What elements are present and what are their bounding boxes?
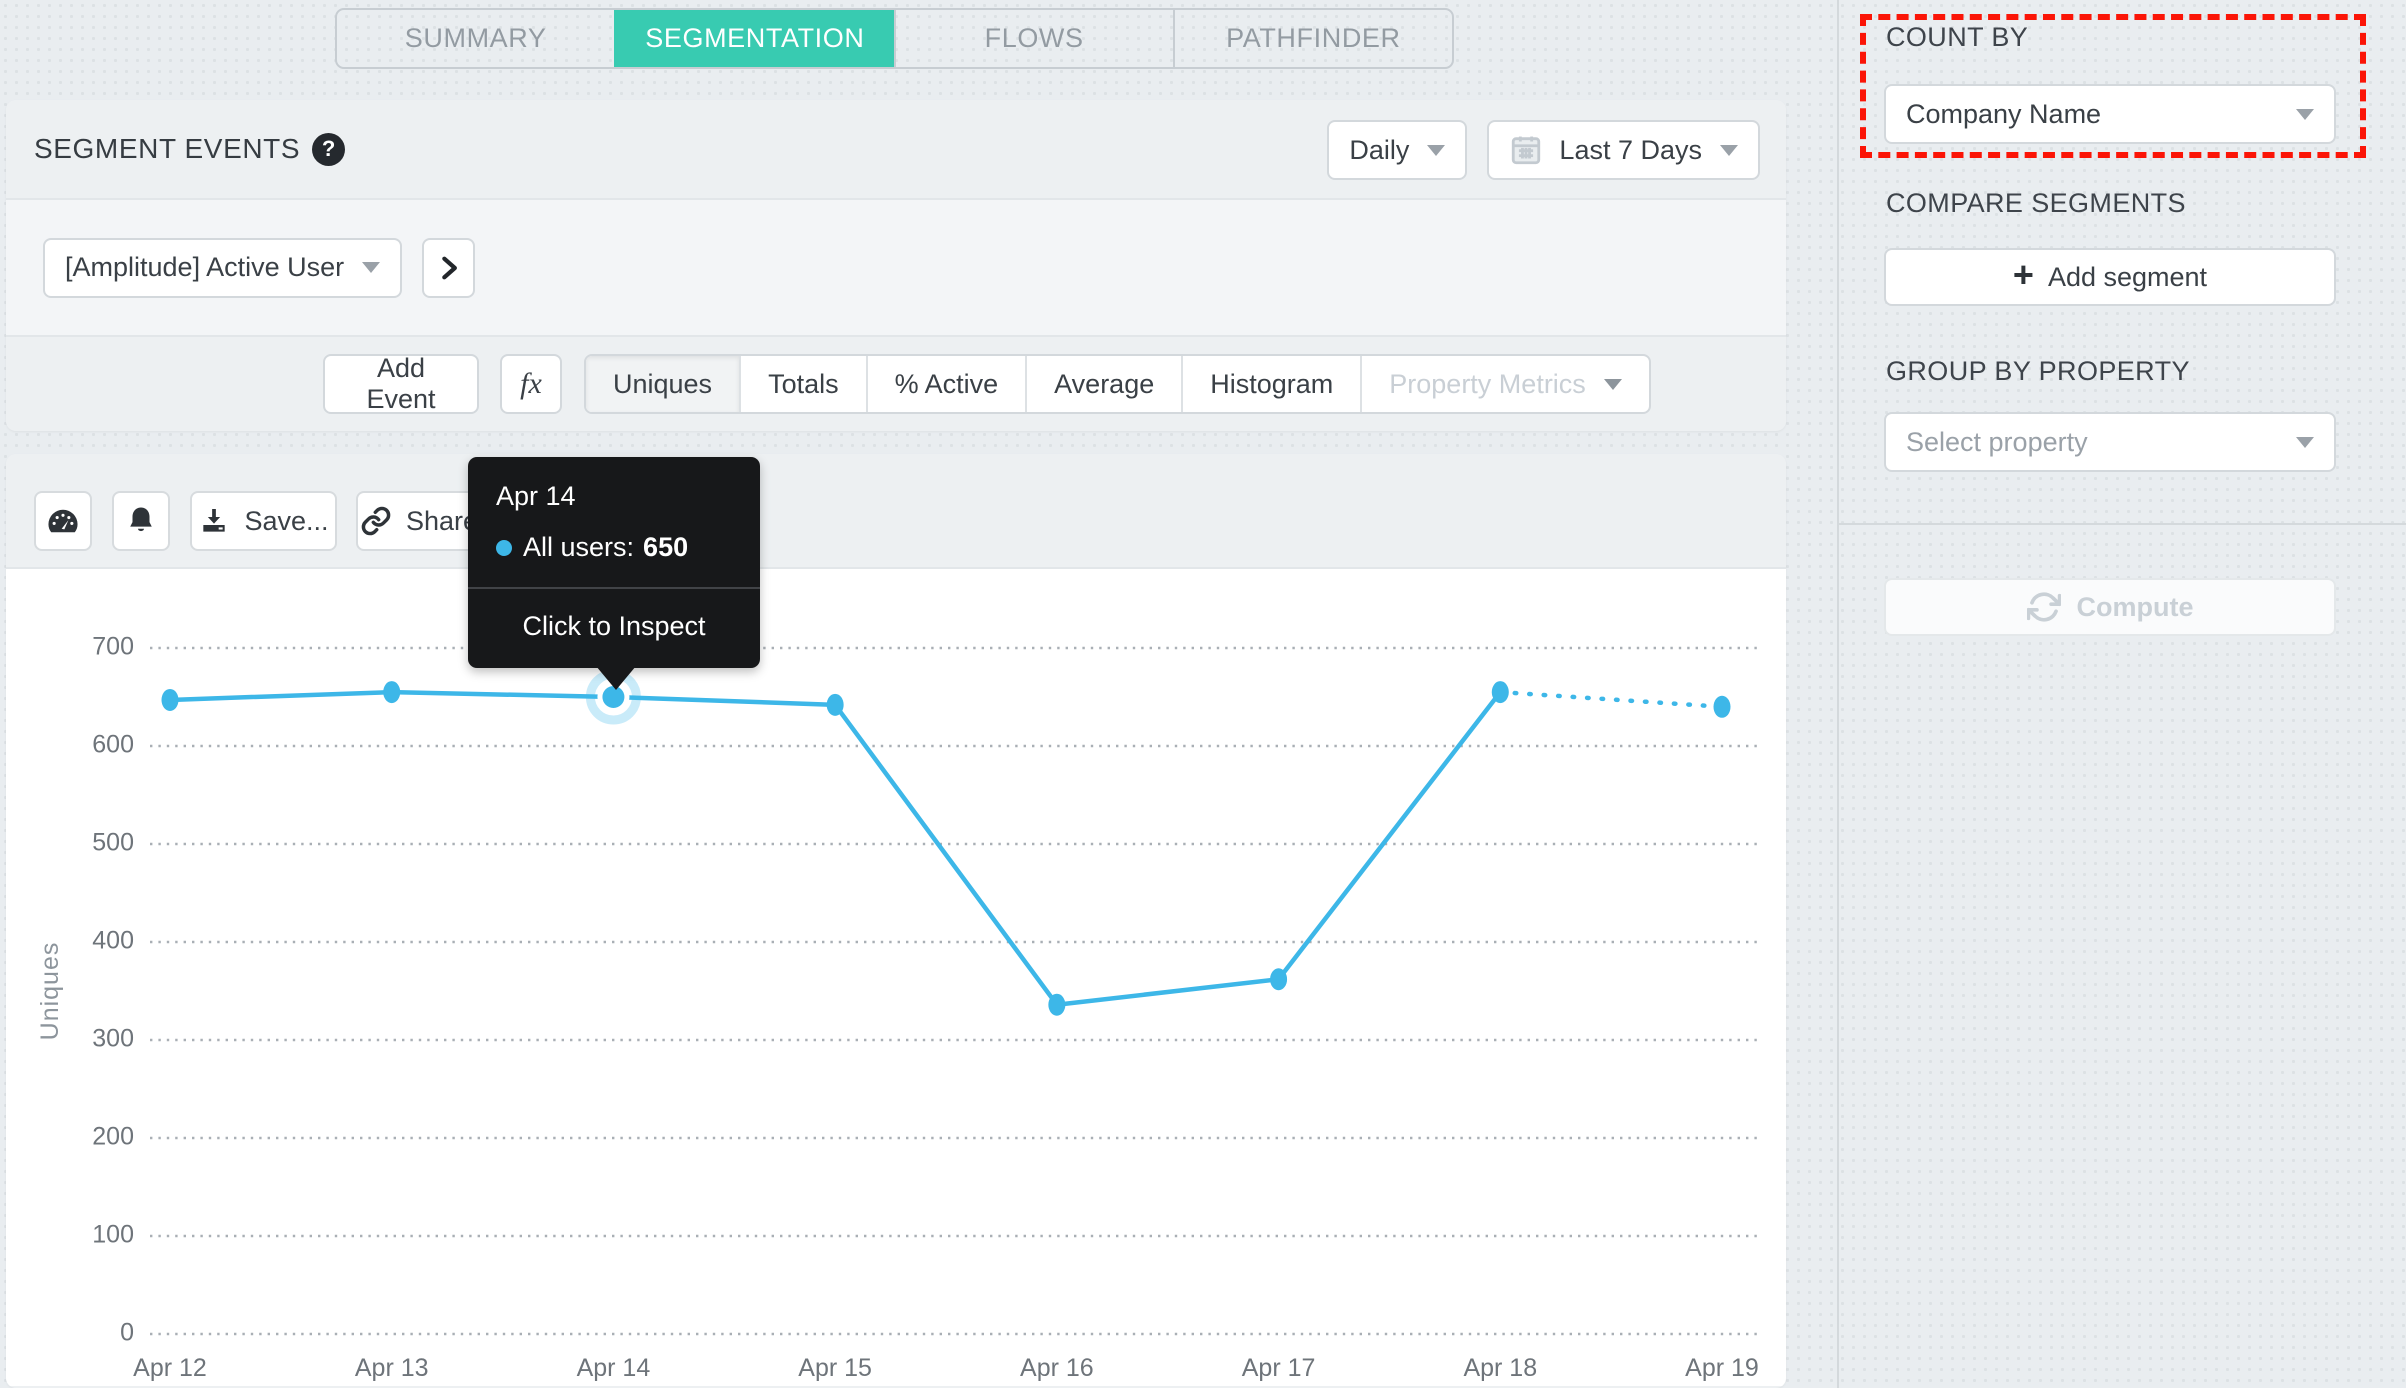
metric-property-metrics[interactable]: Property Metrics [1360, 356, 1649, 412]
save-label: Save... [244, 505, 329, 536]
x-tick-label: Apr 19 [1685, 1354, 1759, 1382]
event-select[interactable]: [Amplitude] Active User [43, 237, 403, 298]
series-line-projected [1498, 689, 1725, 710]
count-by-value: Company Name [1906, 98, 2102, 129]
data-point[interactable] [161, 688, 179, 711]
metric-average[interactable]: Average [1025, 356, 1181, 412]
header-controls: Daily Last 7 Days [1327, 120, 1760, 180]
tooltip-value: 650 [643, 532, 689, 562]
sidebar-section-divider [1839, 523, 2406, 525]
event-name: [Amplitude] Active User [65, 252, 345, 282]
page-title: SEGMENT EVENTS [34, 133, 301, 164]
chart-panel: Save... Share 0 100 200 300 400 500 600 700 Uniq… [6, 454, 1786, 1388]
sidebar-divider [1837, 0, 1839, 1388]
tab-segmentation[interactable]: SEGMENTATION [614, 10, 894, 67]
x-tick-label: Apr 18 [1463, 1354, 1537, 1382]
event-row: [Amplitude] Active User [6, 200, 1786, 337]
data-point[interactable] [1713, 695, 1731, 718]
amplitude-dashboard: SUMMARY SEGMENTATION FLOWS PATHFINDER SEGME… [0, 0, 2406, 1388]
chevron-down-icon [1427, 144, 1446, 156]
compare-segments-label: COMPARE SEGMENTS [1886, 188, 2186, 218]
tooltip-inspect-hint: Click to Inspect [522, 611, 706, 641]
metric--active[interactable]: % Active [865, 356, 1026, 412]
y-tick-label: 400 [92, 927, 134, 955]
x-tick-label: Apr 16 [1020, 1354, 1094, 1382]
count-by-select[interactable]: Company Name [1884, 84, 2336, 144]
data-point[interactable] [826, 693, 844, 716]
metrics-row: Add Event fx Uniques Totals% Active Averag… [6, 337, 1786, 429]
y-tick-label: 300 [92, 1025, 134, 1053]
data-point[interactable] [1048, 993, 1066, 1016]
compute-label: Compute [2076, 591, 2194, 622]
date-range-value: Last 7 Days [1559, 134, 1702, 165]
tooltip-date: Apr 14 [496, 481, 576, 511]
chevron-down-icon [2296, 108, 2314, 120]
data-point[interactable] [1491, 681, 1509, 704]
share-button[interactable]: Share [356, 491, 482, 551]
compute-button[interactable]: Compute [1884, 578, 2336, 636]
chevron-down-icon [1603, 378, 1622, 390]
interval-select[interactable]: Daily [1327, 120, 1468, 180]
group-by-label: GROUP BY PROPERTY [1886, 356, 2190, 386]
y-tick-label: 700 [92, 633, 134, 661]
y-tick-label: 200 [92, 1123, 134, 1151]
add-segment-label: Add segment [2047, 261, 2208, 292]
x-tick-label: Apr 14 [577, 1354, 651, 1382]
dashboard-button[interactable] [34, 491, 92, 551]
date-range-select[interactable]: Last 7 Days [1487, 120, 1760, 180]
y-tick-label: 500 [92, 829, 134, 857]
help-icon[interactable]: ? [312, 132, 346, 166]
add-event-button[interactable]: Add Event [323, 353, 479, 414]
line-chart[interactable]: 0 100 200 300 400 500 600 700 Uniques Apr 12 Apr 1… [6, 569, 1786, 1386]
metric-histogram[interactable]: Histogram [1181, 356, 1360, 412]
metric-uniques[interactable]: Uniques [586, 356, 740, 412]
formula-button[interactable]: fx [500, 354, 562, 414]
tab-pathfinder[interactable]: PATHFINDER [1172, 10, 1452, 67]
x-tick-label: Apr 13 [355, 1354, 429, 1382]
x-tick-label: Apr 12 [133, 1354, 207, 1382]
chevron-down-icon [1720, 144, 1738, 156]
bell-icon [130, 507, 152, 532]
tooltip-series-label: All users: [523, 532, 635, 562]
calendar-icon [1512, 136, 1541, 165]
metric-toggle-group: Uniques Totals% Active Average Histogram Pro… [584, 354, 1651, 414]
save-button[interactable]: Save... [190, 491, 337, 551]
expand-event-button[interactable] [422, 237, 476, 298]
alert-button[interactable] [112, 491, 170, 551]
download-icon [203, 509, 226, 532]
link-icon [361, 506, 391, 536]
y-tick-label: 100 [92, 1221, 134, 1249]
add-segment-button[interactable]: + Add segment [1884, 248, 2336, 306]
gauge-icon [48, 509, 78, 533]
metric-totals[interactable]: Totals [739, 356, 866, 412]
chevron-down-icon [362, 262, 381, 273]
tooltip-caret [596, 666, 636, 690]
x-tick-label: Apr 15 [798, 1354, 872, 1382]
count-by-label: COUNT BY [1886, 22, 2029, 52]
series-dot-icon [496, 539, 512, 556]
y-axis-title: Uniques [36, 942, 64, 1041]
chart-toolbar: Save... Share [6, 454, 1786, 569]
y-tick-label: 600 [92, 731, 134, 759]
series-line [169, 689, 1503, 1007]
tab-summary[interactable]: SUMMARY [337, 10, 614, 67]
panel-header: SEGMENT EVENTS ? Daily Last 7 Days [6, 100, 1786, 200]
data-point[interactable] [383, 681, 401, 704]
interval-value: Daily [1349, 134, 1410, 165]
chart-tooltip[interactable]: Apr 14 All users: 650 Click to Inspect [468, 457, 760, 690]
chevron-down-icon [2296, 436, 2314, 448]
chevron-right-icon [441, 256, 457, 279]
refresh-icon [2026, 592, 2061, 622]
view-tabs: SUMMARY SEGMENTATION FLOWS PATHFINDER [335, 8, 1454, 69]
group-by-placeholder: Select property [1906, 426, 2088, 457]
y-tick-label: 0 [120, 1319, 134, 1347]
data-point[interactable] [1270, 968, 1288, 991]
chart-canvas: 0 100 200 300 400 500 600 700 Uniques Apr 12 Apr 1… [36, 633, 1759, 1382]
x-tick-label: Apr 17 [1242, 1354, 1316, 1382]
tab-flows[interactable]: FLOWS [893, 10, 1173, 67]
group-by-select[interactable]: Select property [1884, 412, 2336, 472]
segment-events-panel: SEGMENT EVENTS ? Daily Last 7 Days [Ampl… [6, 100, 1786, 431]
tooltip-series-row: All users: 650 [496, 532, 732, 563]
